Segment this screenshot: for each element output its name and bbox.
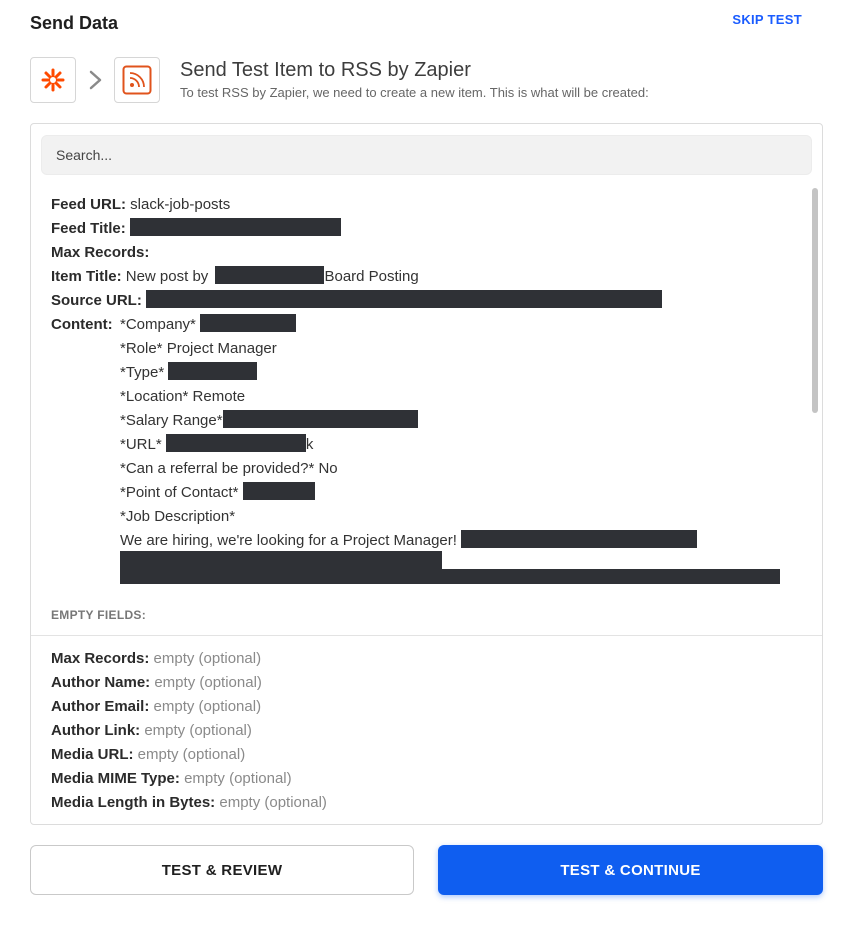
content-text: *Salary Range* (120, 412, 223, 429)
rss-app-icon (114, 57, 160, 103)
empty-field-value: empty (optional) (137, 746, 246, 763)
divider (31, 635, 822, 636)
empty-field-row: Media URL: empty (optional) (51, 743, 245, 767)
step-title: Send Test Item to RSS by Zapier (180, 59, 471, 81)
content-line: *Can a referral be provided?* No (120, 460, 338, 477)
test-and-review-button[interactable]: TEST & REVIEW (30, 845, 414, 895)
field-value: New post by (125, 268, 209, 285)
zapier-app-icon (30, 57, 76, 103)
empty-field-value: empty (optional) (184, 770, 292, 787)
content-line: *Type* (120, 361, 258, 385)
field-max-records: Max Records: (51, 241, 149, 265)
field-value: Board Posting (324, 268, 419, 285)
content-line: We are hiring, we're looking for a Proje… (120, 529, 698, 553)
empty-field-value: empty (optional) (153, 650, 262, 667)
empty-field-row: Max Records: empty (optional) (51, 647, 261, 671)
empty-fields-header: EMPTY FIELDS: (51, 608, 147, 622)
empty-field-row: Media MIME Type: empty (optional) (51, 767, 292, 791)
redacted-block (120, 551, 442, 571)
content-text: We are hiring, we're looking for a Proje… (120, 532, 457, 549)
redacted-value (461, 530, 698, 548)
field-label: Feed URL: (51, 196, 126, 213)
redacted-value (242, 482, 315, 500)
field-label: Content: (51, 316, 113, 333)
scrollbar-thumb[interactable] (812, 188, 818, 413)
zapier-asterisk-icon (41, 68, 65, 92)
redacted-value (146, 290, 663, 308)
field-content: Content: (51, 313, 113, 337)
rss-feed-icon (122, 65, 152, 95)
field-source-url: Source URL: (51, 289, 663, 313)
redacted-value (129, 218, 341, 236)
content-line: *Salary Range* (120, 409, 418, 433)
field-feed-title: Feed Title: (51, 217, 341, 241)
field-label: Source URL: (51, 292, 142, 309)
step-subtitle: To test RSS by Zapier, we need to create… (180, 85, 649, 100)
scrollbar[interactable] (809, 184, 821, 584)
content-text: *Point of Contact* (120, 484, 239, 501)
empty-field-label: Max Records: (51, 650, 150, 667)
empty-field-row: Author Email: empty (optional) (51, 695, 261, 719)
skip-test-link[interactable]: SKIP TEST (732, 12, 802, 27)
content-text: *Type* (120, 364, 165, 381)
field-item-title: Item Title: New post by Board Posting (51, 265, 419, 289)
empty-field-value: empty (optional) (219, 794, 327, 811)
field-feed-url: Feed URL: slack-job-posts (51, 193, 230, 217)
field-label: Feed Title: (51, 220, 126, 237)
empty-field-label: Author Link: (51, 722, 141, 739)
empty-field-label: Media MIME Type: (51, 770, 180, 787)
content-line: *URL* k (120, 433, 313, 457)
redacted-value (165, 434, 306, 452)
fields-scroll-area[interactable]: Feed URL: slack-job-posts Feed Title: Ma… (31, 184, 809, 584)
content-line: *Location* Remote (120, 388, 246, 405)
content-line: *Role* Project Manager (120, 340, 277, 357)
empty-field-label: Author Name: (51, 674, 151, 691)
field-value: slack-job-posts (130, 196, 231, 213)
empty-field-label: Media Length in Bytes: (51, 794, 216, 811)
search-input[interactable] (41, 135, 812, 175)
empty-field-label: Media URL: (51, 746, 134, 763)
content-line: *Company* (120, 313, 297, 337)
redacted-value (168, 362, 258, 380)
empty-field-value: empty (optional) (144, 722, 252, 739)
redacted-block (120, 569, 780, 584)
chevron-right-icon (89, 70, 102, 90)
field-label: Item Title: (51, 268, 122, 285)
redacted-value (222, 410, 418, 428)
field-label: Max Records: (51, 244, 150, 261)
empty-field-value: empty (optional) (153, 698, 262, 715)
empty-field-row: Author Link: empty (optional) (51, 719, 252, 743)
empty-field-row: Media Length in Bytes: empty (optional) (51, 791, 327, 815)
content-text: *URL* (120, 436, 162, 453)
empty-field-value: empty (optional) (154, 674, 262, 691)
page-title: Send Data (30, 13, 119, 33)
empty-field-label: Author Email: (51, 698, 150, 715)
content-line: *Job Description* (120, 508, 236, 525)
empty-field-row: Author Name: empty (optional) (51, 671, 262, 695)
content-text: k (305, 436, 314, 453)
redacted-value (200, 314, 297, 332)
test-and-continue-button[interactable]: TEST & CONTINUE (438, 845, 823, 895)
content-line: *Point of Contact* (120, 481, 315, 505)
redacted-value (215, 266, 325, 284)
content-text: *Company* (120, 316, 196, 333)
test-data-panel: Feed URL: slack-job-posts Feed Title: Ma… (30, 123, 823, 825)
